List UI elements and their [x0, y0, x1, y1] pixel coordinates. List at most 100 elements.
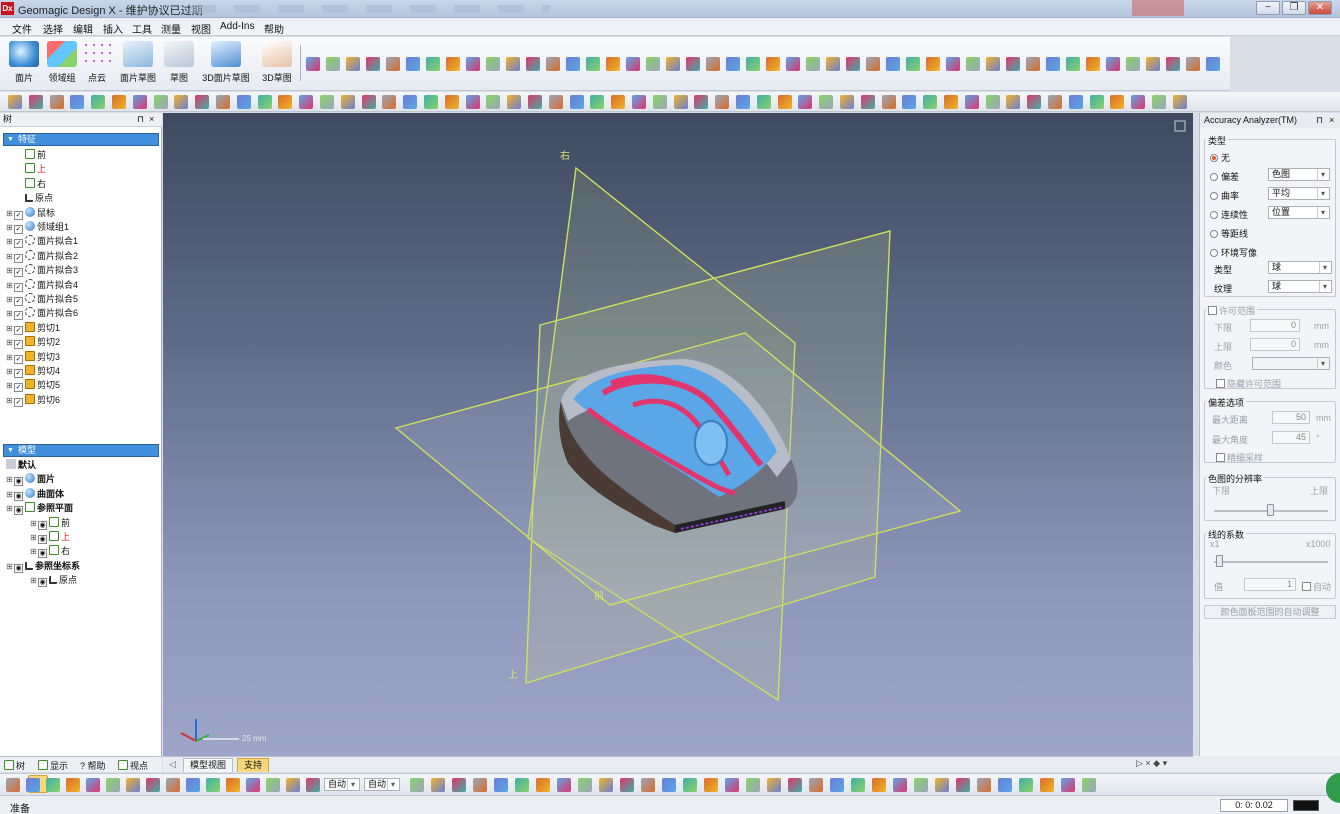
- tool-icon[interactable]: [494, 778, 508, 792]
- tool-icon[interactable]: [406, 57, 420, 71]
- tool-icon[interactable]: [826, 57, 840, 71]
- visibility-checkbox[interactable]: ✓: [14, 325, 23, 335]
- feature-tree-item[interactable]: ⊞ ✓ 面片拟合3: [6, 264, 78, 278]
- app-logo-icon[interactable]: Dx: [1, 2, 14, 15]
- filter-select-1[interactable]: 自动: [324, 778, 360, 791]
- tool-icon[interactable]: [985, 95, 1000, 109]
- tool-icon[interactable]: [666, 57, 680, 71]
- visibility-checkbox[interactable]: ◉: [14, 506, 23, 516]
- pin-icon[interactable]: ⊓: [137, 113, 144, 126]
- tool-icon[interactable]: [286, 778, 300, 792]
- tool-icon[interactable]: [132, 95, 147, 109]
- tool-icon[interactable]: [1089, 95, 1104, 109]
- tool-icon[interactable]: [872, 778, 886, 792]
- expand-icon[interactable]: ⊞: [6, 365, 14, 378]
- tolerance-group-label[interactable]: 许可范围: [1206, 304, 1258, 317]
- tool-icon[interactable]: [1006, 57, 1020, 71]
- factor-slider-thumb[interactable]: [1216, 555, 1223, 567]
- filter-select-2[interactable]: 自动: [364, 778, 400, 791]
- tool-icon[interactable]: [777, 95, 792, 109]
- expand-icon[interactable]: ⊞: [6, 307, 14, 320]
- tool-icon[interactable]: [641, 778, 655, 792]
- tab-help[interactable]: ? 帮助: [80, 759, 106, 772]
- model-tree-item[interactable]: ⊞ ◉ 原点: [30, 574, 77, 588]
- max-distance-input[interactable]: 50: [1272, 411, 1310, 424]
- feature-tree-item[interactable]: ⊞ ✓ 剪切6: [6, 393, 60, 407]
- tool-icon[interactable]: [1068, 95, 1083, 109]
- expand-icon[interactable]: ⊞: [6, 322, 14, 335]
- option-select[interactable]: 平均: [1268, 187, 1330, 200]
- tool-icon[interactable]: [819, 95, 834, 109]
- 3d-viewport[interactable]: 右 上 前 25 mm: [163, 113, 1193, 756]
- tool-icon[interactable]: [1146, 57, 1160, 71]
- tool-icon[interactable]: [626, 57, 640, 71]
- tool-icon[interactable]: [986, 57, 1000, 71]
- tool-icon[interactable]: [956, 778, 970, 792]
- factor-auto-checkbox[interactable]: [1302, 582, 1311, 591]
- tab-tree[interactable]: 树: [4, 759, 25, 772]
- option-radio[interactable]: [1210, 230, 1218, 238]
- tool-icon[interactable]: [1172, 95, 1187, 109]
- expand-icon[interactable]: ⊞: [6, 250, 14, 263]
- tool-icon[interactable]: [112, 95, 126, 109]
- expand-icon[interactable]: ⊞: [6, 394, 14, 407]
- option-radio[interactable]: [1210, 249, 1218, 257]
- analyzer-option[interactable]: 偏差: [1210, 170, 1239, 183]
- tool-icon[interactable]: [798, 95, 813, 109]
- model-tree-item[interactable]: ⊞ ◉ 右: [30, 545, 70, 559]
- tool-icon[interactable]: [49, 95, 64, 109]
- tool-icon[interactable]: [646, 57, 660, 71]
- resolution-slider-thumb[interactable]: [1267, 504, 1274, 516]
- tool-icon[interactable]: [860, 95, 875, 109]
- tool-icon[interactable]: [444, 95, 459, 109]
- tool-icon[interactable]: [736, 95, 750, 109]
- tool-icon[interactable]: [473, 778, 487, 792]
- tool-icon[interactable]: [998, 778, 1012, 792]
- tool-icon[interactable]: [1040, 778, 1054, 792]
- tool-icon[interactable]: [766, 57, 780, 71]
- tool-icon[interactable]: [683, 778, 697, 792]
- analyzer-pin-icon[interactable]: ⊓: [1316, 113, 1323, 128]
- tool-icon[interactable]: [746, 778, 760, 792]
- tool-icon[interactable]: [694, 95, 709, 109]
- tool-icon[interactable]: [91, 95, 106, 109]
- feature-tree-item[interactable]: ⊞ ✓ 剪切4: [6, 365, 60, 378]
- feature-tree-item[interactable]: 前: [6, 149, 46, 162]
- tool-icon[interactable]: [851, 778, 865, 792]
- tool-icon[interactable]: [966, 57, 980, 71]
- tool-icon[interactable]: [452, 778, 466, 792]
- tool-icon[interactable]: [767, 778, 781, 792]
- fine-sampling-checkbox[interactable]: [1216, 453, 1225, 462]
- visibility-checkbox[interactable]: ◉: [38, 520, 47, 530]
- visibility-checkbox[interactable]: ◉: [38, 535, 47, 544]
- visibility-checkbox[interactable]: ✓: [14, 225, 23, 234]
- menu-select[interactable]: 选择: [43, 21, 63, 36]
- expand-icon[interactable]: ⊞: [6, 336, 14, 349]
- tool-icon[interactable]: [935, 778, 949, 792]
- close-button[interactable]: ✕: [1308, 1, 1332, 15]
- mesh-button[interactable]: 面片: [6, 41, 42, 87]
- tool-icon[interactable]: [809, 778, 823, 792]
- fine-sampling-row[interactable]: 精细采样: [1216, 451, 1263, 464]
- analyzer-option[interactable]: 连续性: [1210, 208, 1248, 221]
- tool-icon[interactable]: [26, 778, 40, 792]
- expand-icon[interactable]: ⊞: [6, 351, 14, 364]
- tab-viewpoint[interactable]: 视点: [118, 759, 148, 772]
- expand-icon[interactable]: ⊞: [6, 473, 14, 486]
- tool-icon[interactable]: [704, 778, 718, 792]
- feature-tree-item[interactable]: ⊞ ✓ 面片拟合4: [6, 278, 78, 292]
- tool-icon[interactable]: [326, 57, 340, 71]
- tool-icon[interactable]: [1061, 778, 1075, 792]
- tab-display[interactable]: 显示: [38, 759, 68, 772]
- tool-icon[interactable]: [466, 57, 480, 71]
- expand-icon[interactable]: ⊞: [6, 560, 14, 573]
- tool-icon[interactable]: [153, 95, 168, 109]
- tool-icon[interactable]: [1110, 95, 1125, 109]
- tool-icon[interactable]: [566, 57, 580, 71]
- tool-icon[interactable]: [346, 57, 360, 71]
- tool-icon[interactable]: [606, 57, 620, 71]
- model-tree-item[interactable]: 默认: [6, 459, 36, 472]
- menu-measure[interactable]: 测量: [161, 21, 181, 36]
- tool-icon[interactable]: [507, 95, 522, 109]
- visibility-checkbox[interactable]: ✓: [14, 253, 23, 263]
